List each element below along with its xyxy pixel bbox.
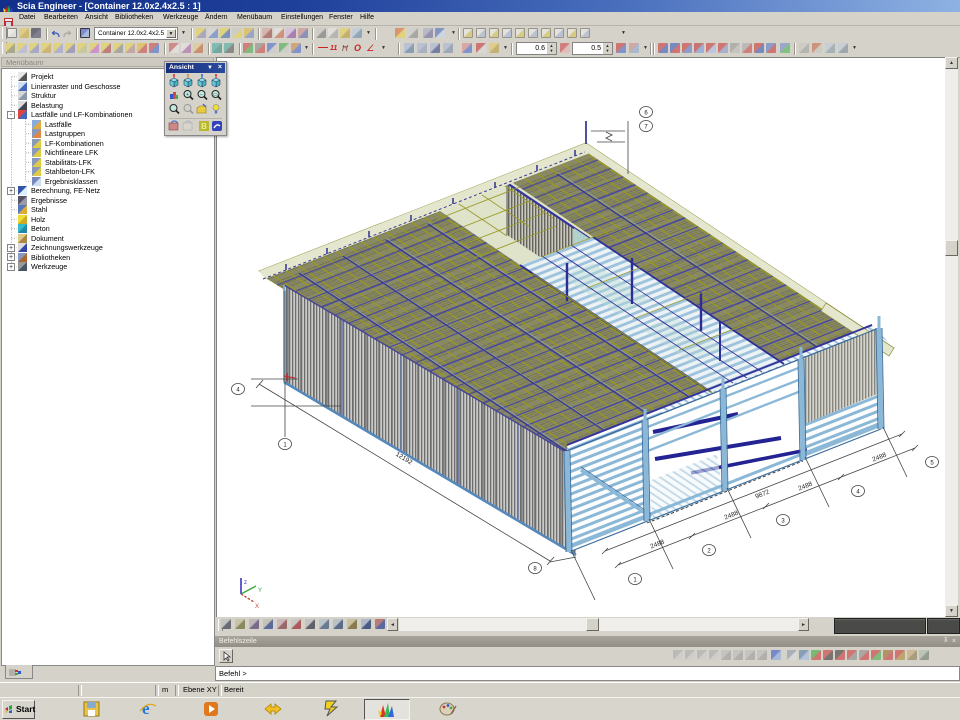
svg-text:2488: 2488 xyxy=(723,510,739,522)
svg-text:X: X xyxy=(255,604,259,610)
svg-text:9872: 9872 xyxy=(754,489,770,501)
svg-text:B: B xyxy=(201,122,207,131)
svg-text:▭: ▭ xyxy=(213,92,218,98)
svg-text:−: − xyxy=(200,92,203,98)
svg-text:z: z xyxy=(244,580,247,586)
svg-text:+: + xyxy=(186,92,189,98)
svg-text:Y: Y xyxy=(258,588,262,594)
